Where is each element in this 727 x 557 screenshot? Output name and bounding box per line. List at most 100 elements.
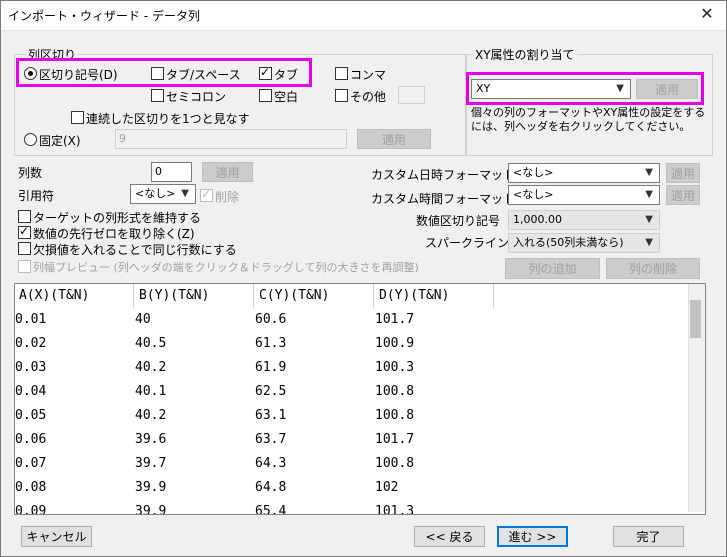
table-cell: 0.04 xyxy=(15,384,47,399)
custom-time-apply-button[interactable]: 適用 xyxy=(666,185,700,205)
checkbox-space[interactable] xyxy=(259,89,272,102)
custom-time-select[interactable]: <なし> ▼ xyxy=(508,185,660,205)
table-cell: 102 xyxy=(375,480,399,495)
quote-select[interactable]: <なし> ▼ xyxy=(130,184,196,204)
custom-date-value: <なし> xyxy=(513,166,554,179)
xy-help-text: 個々の列のフォーマットやXY属性の設定をするには、列ヘッダを右クリックしてくださ… xyxy=(471,106,706,133)
cancel-button[interactable]: キャンセル xyxy=(21,526,92,547)
sparkline-select[interactable]: 入れる(50列未満なら) ▼ xyxy=(508,233,660,253)
chevron-down-icon: ▼ xyxy=(616,83,624,94)
add-column-button[interactable]: 列の追加 xyxy=(505,258,600,279)
column-header[interactable]: C(Y)(T&N) xyxy=(259,284,329,308)
column-divider[interactable] xyxy=(493,284,494,308)
radio-delimiter-label: 区切り記号(D) xyxy=(39,68,118,82)
checkbox-semicolon[interactable] xyxy=(151,89,164,102)
xy-group xyxy=(466,54,713,156)
other-label: その他 xyxy=(350,90,387,104)
checkbox-remove-leading-zero[interactable] xyxy=(18,224,31,239)
treat-consecutive-label: 連続した区切りを1つと見なす xyxy=(86,112,250,126)
comma-label: コンマ xyxy=(350,68,387,82)
xy-group-label: XY属性の割り当て xyxy=(473,46,577,63)
column-width-preview-label: 列幅プレビュー (列ヘッダの端をクリック＆ドラッグして列の大きさを再調整) xyxy=(33,261,419,274)
checkbox-remove[interactable] xyxy=(200,187,213,202)
checkbox-treat-consecutive[interactable] xyxy=(71,111,84,124)
column-divider[interactable] xyxy=(133,284,134,308)
chevron-down-icon: ▼ xyxy=(181,188,189,199)
table-cell: 64.3 xyxy=(255,456,287,471)
keep-target-format-label: ターゲットの列形式を維持する xyxy=(33,211,202,225)
scrollbar-thumb[interactable] xyxy=(690,300,701,338)
remove-column-button[interactable]: 列の削除 xyxy=(606,258,700,279)
column-header[interactable]: D(Y)(T&N) xyxy=(379,284,449,308)
remove-label: 削除 xyxy=(215,190,240,204)
column-header[interactable]: A(X)(T&N) xyxy=(19,284,89,308)
chevron-down-icon: ▼ xyxy=(645,189,653,200)
quote-label: 引用符 xyxy=(18,189,55,203)
checkbox-other[interactable] xyxy=(335,89,348,102)
column-header[interactable]: B(Y)(T&N) xyxy=(139,284,209,308)
close-icon[interactable]: ✕ xyxy=(694,3,720,25)
radio-fixed[interactable] xyxy=(24,133,37,146)
custom-time-label: カスタム時間フォーマット xyxy=(371,192,516,206)
table-cell: 63.7 xyxy=(255,432,287,447)
checkbox-comma[interactable] xyxy=(335,67,348,80)
table-cell: 40.2 xyxy=(135,360,167,375)
back-button[interactable]: << 戻る xyxy=(414,526,485,547)
table-cell: 0.05 xyxy=(15,408,47,423)
num-columns-apply-button[interactable]: 適用 xyxy=(202,162,253,182)
quote-select-value: <なし> xyxy=(135,187,176,200)
table-cell: 40.5 xyxy=(135,336,167,351)
custom-date-label: カスタム日時フォーマット xyxy=(371,168,516,182)
custom-date-apply-button[interactable]: 適用 xyxy=(666,163,700,183)
table-cell: 63.1 xyxy=(255,408,287,423)
table-cell: 62.5 xyxy=(255,384,287,399)
remove-leading-zero-label: 数値の先行ゼロを取り除く(Z) xyxy=(33,227,195,241)
checkbox-tab[interactable] xyxy=(259,65,272,80)
xy-apply-button[interactable]: 適用 xyxy=(636,79,698,99)
table-cell: 0.02 xyxy=(15,336,47,351)
next-button[interactable]: 進む >> xyxy=(497,526,568,547)
table-cell: 61.9 xyxy=(255,360,287,375)
checkbox-column-width-preview[interactable] xyxy=(18,260,31,273)
custom-time-value: <なし> xyxy=(513,188,554,201)
xy-select[interactable]: XY ▼ xyxy=(471,79,631,99)
fill-missing-label: 欠損値を入れることで同じ行数にする xyxy=(33,243,237,257)
custom-date-select[interactable]: <なし> ▼ xyxy=(508,163,660,183)
fixed-width-input[interactable]: 9 xyxy=(115,129,347,149)
table-cell: 101.3 xyxy=(375,504,415,515)
column-divider[interactable] xyxy=(253,284,254,308)
num-columns-input[interactable]: 0 xyxy=(151,162,192,182)
numeric-separator-select[interactable]: 1,000.00 ▼ xyxy=(508,210,660,230)
table-cell: 39.9 xyxy=(135,504,167,515)
numeric-separator-label: 数値区切り記号 xyxy=(416,214,501,228)
checkbox-keep-target-format[interactable] xyxy=(18,210,31,223)
data-preview-grid[interactable]: A(X)(T&N) B(Y)(T&N) C(Y)(T&N) D(Y)(T&N) … xyxy=(14,283,706,515)
table-cell: 100.8 xyxy=(375,456,415,471)
table-cell: 39.7 xyxy=(135,456,167,471)
grid-content: A(X)(T&N) B(Y)(T&N) C(Y)(T&N) D(Y)(T&N) … xyxy=(15,284,688,514)
tab-label: タブ xyxy=(274,68,299,82)
table-cell: 0.06 xyxy=(15,432,47,447)
table-cell: 0.08 xyxy=(15,480,47,495)
sparkline-label: スパークライン xyxy=(425,236,510,250)
finish-button[interactable]: 完了 xyxy=(613,526,684,547)
fixed-apply-button[interactable]: 適用 xyxy=(357,129,431,149)
table-cell: 0.01 xyxy=(15,312,47,327)
numeric-separator-value: 1,000.00 xyxy=(513,213,562,226)
table-cell: 0.03 xyxy=(15,360,47,375)
table-cell: 100.8 xyxy=(375,384,415,399)
column-divider[interactable] xyxy=(373,284,374,308)
sparkline-value: 入れる(50列未満なら) xyxy=(513,236,624,249)
checkbox-fill-missing[interactable] xyxy=(18,242,31,255)
semicolon-label: セミコロン xyxy=(166,90,227,104)
chevron-down-icon: ▼ xyxy=(645,214,653,225)
table-cell: 40.1 xyxy=(135,384,167,399)
num-columns-label: 列数 xyxy=(18,166,43,180)
other-delimiter-input[interactable] xyxy=(398,86,425,104)
radio-delimiter[interactable] xyxy=(24,67,37,80)
table-cell: 65.4 xyxy=(255,504,287,515)
table-cell: 64.8 xyxy=(255,480,287,495)
table-cell: 100.8 xyxy=(375,408,415,423)
window-title: インポート・ウィザード - データ列 xyxy=(8,9,200,23)
checkbox-tab-space[interactable] xyxy=(151,67,164,80)
